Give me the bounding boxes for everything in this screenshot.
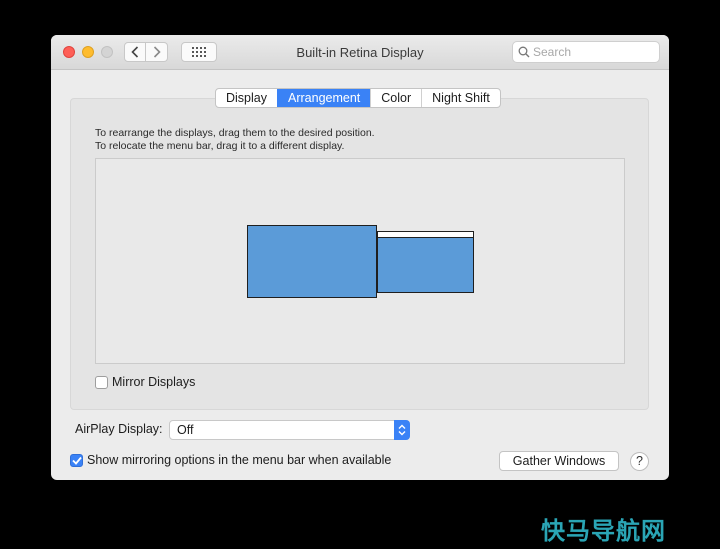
airplay-display-label: AirPlay Display: <box>75 422 163 436</box>
mirror-displays-checkbox[interactable] <box>95 376 108 389</box>
show-mirroring-label: Show mirroring options in the menu bar w… <box>87 453 392 467</box>
watermark-text: 快马导航网 <box>541 518 666 545</box>
help-button[interactable]: ? <box>630 452 649 471</box>
airplay-display-value: Off <box>177 423 194 437</box>
search-input[interactable] <box>533 43 653 61</box>
show-mirroring-checkbox[interactable] <box>70 454 83 467</box>
mirror-displays-label: Mirror Displays <box>112 375 196 389</box>
tab-display[interactable]: Display <box>216 89 277 107</box>
tab-arrangement[interactable]: Arrangement <box>277 89 371 107</box>
arrangement-area <box>95 158 625 364</box>
updown-arrows-icon <box>394 420 410 440</box>
tab-bar: Display Arrangement Color Night Shift <box>215 88 501 108</box>
menu-bar-handle[interactable] <box>378 232 473 238</box>
checkmark-icon <box>71 456 82 465</box>
preferences-window: Built-in Retina Display Display Arrangem… <box>51 35 669 480</box>
instruction-rearrange: To rearrange the displays, drag them to … <box>95 127 375 139</box>
search-field[interactable] <box>512 41 660 63</box>
airplay-display-select[interactable]: Off <box>169 420 410 440</box>
display-built-in[interactable] <box>247 225 377 298</box>
tab-color[interactable]: Color <box>370 89 421 107</box>
title-bar: Built-in Retina Display <box>51 35 669 70</box>
search-icon <box>518 46 530 58</box>
gather-windows-button[interactable]: Gather Windows <box>499 451 619 471</box>
display-external[interactable] <box>377 231 474 293</box>
tab-night-shift[interactable]: Night Shift <box>421 89 500 107</box>
instruction-menu-bar: To relocate the menu bar, drag it to a d… <box>95 140 345 152</box>
